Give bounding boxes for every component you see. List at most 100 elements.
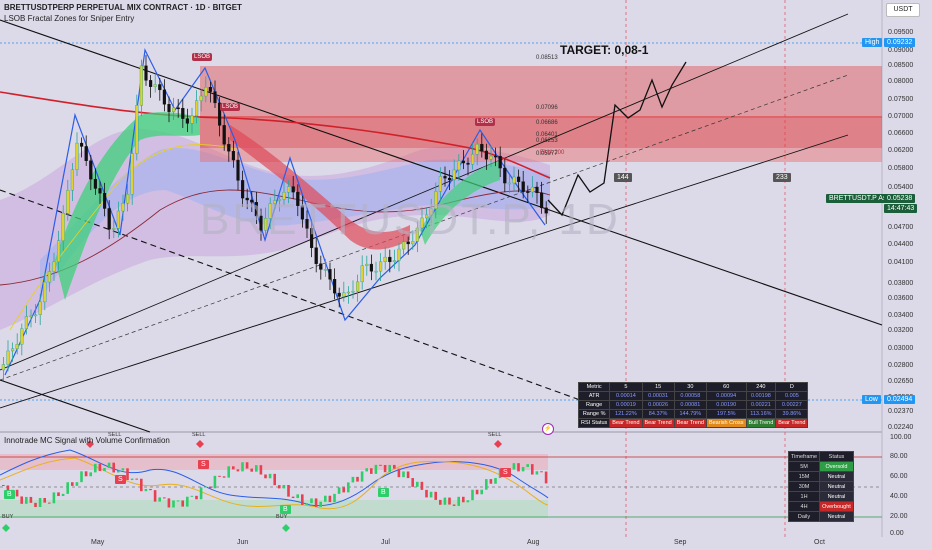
indicator-candle [61,493,65,497]
candle-body [43,281,47,303]
indicator-candle [218,475,221,477]
candle-body [365,263,369,266]
metric-cell: ATR [577,391,611,401]
candle-body [392,260,396,263]
candle-body [148,80,153,87]
candle-body [61,213,65,241]
candle-body [452,169,456,181]
candle-body [535,186,539,194]
candle-body [471,153,475,165]
indicator-candle [181,500,184,507]
candle-body [333,279,337,294]
candle-body [480,144,484,152]
indicator-candle [471,489,474,501]
indicator-candle [172,500,175,508]
indicator-scale-label: 60.00 [890,473,908,480]
timeframe-cell: 4H [787,501,821,512]
indicator-candle [84,471,88,477]
indicator-candle [264,474,267,479]
sell-signal-label: SELL [192,432,206,438]
candle-body [144,65,148,81]
metric-cell: 0.00081 [673,400,707,410]
indicator-candle [512,463,516,470]
indicator-candle [434,491,437,500]
indicator-candle [75,482,79,486]
indicator-candle [314,498,318,507]
indicator-candle [393,464,396,469]
timeframe-status-cell: Neutral [819,481,854,492]
timeframe-header-cell: Status [819,451,854,462]
metric-cell: 144.79% [673,409,707,419]
indicator-candle [259,465,263,475]
indicator-candle [425,489,428,498]
indicator-candle [416,481,419,487]
indicator-candle [227,466,230,478]
price-scale-label: 0.02370 [888,408,914,415]
indicator-candle [328,495,332,503]
metric-cell: 0.00227 [775,400,809,410]
low-tag-value: 0.02494 [884,395,916,404]
lock-icon[interactable]: ⚡ [542,423,554,435]
metric-cell: 0.00094 [705,391,747,401]
indicator-candle [232,466,235,470]
indicator-candle [452,504,456,506]
indicator-candle [222,476,226,478]
indicator-candle [20,496,23,504]
metric-cell: Bear Trend [641,418,675,428]
metric-cell: Bear Trend [609,418,643,428]
indicator-candle [448,497,451,505]
candle-body [153,84,157,87]
indicator-candle [360,471,364,482]
indicator-candle [52,492,56,504]
metric-cell: 0.00014 [609,391,643,401]
metric-header-cell: D [775,382,809,392]
indicator-candle [190,495,194,497]
timeframe-table-header: Timeframe Status [787,451,854,462]
candle-body [369,263,373,272]
candle-body [484,150,488,160]
metric-row-range-pct: Range % 121.22% 84.37% 144.79% 197.5% 113.16%… [577,409,809,419]
indicator-candle [347,482,350,493]
candle-body [98,188,102,194]
metric-cell: 197.5% [705,409,747,419]
currency-button[interactable]: USDT [886,3,920,17]
metric-table: Metric 5 15 30 60 240 D ATR 0.00014 0.00031 0.000… [577,382,809,428]
indicator-candle [80,471,83,483]
candle-body [162,89,166,105]
timeframe-cell: 5M [787,461,821,472]
candle-body [374,270,378,273]
price-scale-label: 0.03600 [888,295,914,302]
indicator-candle [402,471,405,478]
indicator-candle [2,485,5,486]
candle-body [287,186,291,193]
indicator-candle [117,470,120,473]
indicator-candle [255,465,258,472]
candle-body [231,151,235,161]
price-scale-label: 0.05400 [888,184,914,191]
timeframe-status-cell: Overbought [819,501,854,512]
candle-body [185,118,189,124]
candle-body [498,155,502,169]
candle-body [457,160,461,171]
indicator-pane-bg [0,432,882,537]
indicator-candle [107,462,111,469]
candle-body [135,105,139,154]
candle-body [388,256,392,263]
metric-cell: 0.00198 [745,391,777,401]
indicator-candle [531,464,534,475]
indicator-candle [439,499,442,505]
candle-body [204,87,208,97]
candle-body [107,208,111,230]
indicator-candle [278,485,281,489]
indicator-candle [411,478,414,487]
indicator-candle [57,492,60,497]
zone-level-label: 0.06253 [536,138,558,144]
high-tag-value: 0.09232 [884,38,916,47]
indicator-candle [489,479,493,484]
candle-body [227,144,231,152]
candle-body [20,328,24,345]
buy-signal-label: BUY [2,514,14,520]
candle-body [346,291,350,294]
price-scale-label: 0.03000 [888,345,914,352]
fib-time-tag: 233 [773,173,791,182]
